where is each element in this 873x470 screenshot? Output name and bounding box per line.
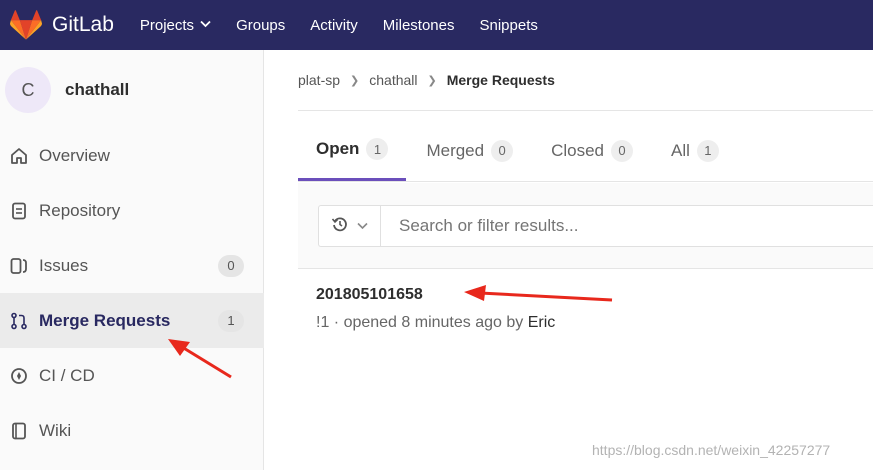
nav-snippets[interactable]: Snippets xyxy=(479,17,537,34)
doc-icon xyxy=(9,201,29,221)
rocket-icon xyxy=(9,366,29,386)
chevron-right-icon: ❯ xyxy=(427,74,437,87)
tab-merged[interactable]: Merged 0 xyxy=(408,120,531,181)
merge-request-meta-text: !1 · opened 8 minutes ago by xyxy=(316,314,528,331)
project-header[interactable]: C chathall xyxy=(0,50,263,130)
tab-count-badge: 1 xyxy=(696,139,719,162)
breadcrumb: plat-sp ❯ chathall ❯ Merge Requests xyxy=(298,72,555,88)
chevron-right-icon: ❯ xyxy=(350,74,360,87)
project-name[interactable]: chathall xyxy=(65,80,129,100)
book-icon xyxy=(9,421,29,441)
top-navbar: GitLab Projects Groups Activity Mileston… xyxy=(0,0,873,50)
sidebar-item-merge-requests[interactable]: Merge Requests 1 xyxy=(0,293,264,348)
filter-bar xyxy=(298,183,873,269)
tab-count-badge: 0 xyxy=(611,139,634,162)
sidebar-item-repository[interactable]: Repository xyxy=(0,183,264,238)
home-icon xyxy=(9,146,29,166)
tab-closed[interactable]: Closed 0 xyxy=(533,120,651,181)
sidebar-item-label: Overview xyxy=(39,145,110,165)
chevron-down-icon xyxy=(357,217,368,235)
nav-activity[interactable]: Activity xyxy=(310,17,358,34)
gitlab-logo[interactable]: GitLab xyxy=(10,10,140,40)
nav-projects-label: Projects xyxy=(139,16,195,34)
sidebar-item-label: Issues xyxy=(39,255,89,275)
divider xyxy=(298,110,873,111)
tab-label: Open xyxy=(316,139,360,158)
merge-requests-count-badge: 1 xyxy=(218,309,244,332)
nav-groups[interactable]: Groups xyxy=(236,17,285,34)
search-input[interactable] xyxy=(380,205,873,247)
sidebar-item-ci-cd[interactable]: CI / CD xyxy=(0,348,264,403)
merge-request-author[interactable]: Eric xyxy=(528,314,556,331)
state-tabs: Open 1 Merged 0 Closed 0 All 1 xyxy=(298,120,873,182)
merge-request-icon xyxy=(9,311,29,331)
tab-count-badge: 1 xyxy=(366,138,389,160)
sidebar-item-issues[interactable]: Issues 0 xyxy=(0,238,264,293)
sidebar-item-overview[interactable]: Overview xyxy=(0,128,264,183)
chevron-down-icon xyxy=(200,20,211,31)
gitlab-tanuki-icon xyxy=(10,10,42,40)
logo-text: GitLab xyxy=(52,13,114,36)
tab-count-badge: 0 xyxy=(491,139,514,162)
sidebar-item-label: Merge Requests xyxy=(39,310,171,330)
issues-count-badge: 0 xyxy=(218,254,244,277)
nav-milestones[interactable]: Milestones xyxy=(383,17,455,34)
tab-label: Merged xyxy=(426,140,485,160)
project-avatar[interactable]: C xyxy=(5,67,51,113)
annotation-arrow xyxy=(464,285,613,302)
sidebar-item-label: Repository xyxy=(39,200,121,220)
sidebar-item-wiki[interactable]: Wiki xyxy=(0,403,264,458)
watermark: https://blog.csdn.net/weixin_42257277 xyxy=(592,442,831,458)
nav-projects[interactable]: Projects xyxy=(140,17,211,34)
sidebar: C chathall Overview Repository Issues 0 … xyxy=(0,50,264,470)
merge-request-title[interactable]: 201805101658 xyxy=(316,286,423,304)
breadcrumb-item-group[interactable]: plat-sp xyxy=(298,72,340,88)
merge-request-meta: !1 · opened 8 minutes ago by Eric xyxy=(316,314,555,332)
tab-label: All xyxy=(671,140,690,160)
tab-open[interactable]: Open 1 xyxy=(298,120,407,181)
breadcrumb-item-project[interactable]: chathall xyxy=(369,72,417,88)
sidebar-item-label: Wiki xyxy=(39,420,72,440)
sidebar-item-label: CI / CD xyxy=(39,365,95,385)
tab-label: Closed xyxy=(551,140,605,160)
issues-icon xyxy=(9,256,29,276)
history-icon xyxy=(331,215,349,238)
recent-searches-button[interactable] xyxy=(318,205,380,247)
tab-all[interactable]: All 1 xyxy=(653,120,737,181)
breadcrumb-item-current[interactable]: Merge Requests xyxy=(447,72,555,88)
